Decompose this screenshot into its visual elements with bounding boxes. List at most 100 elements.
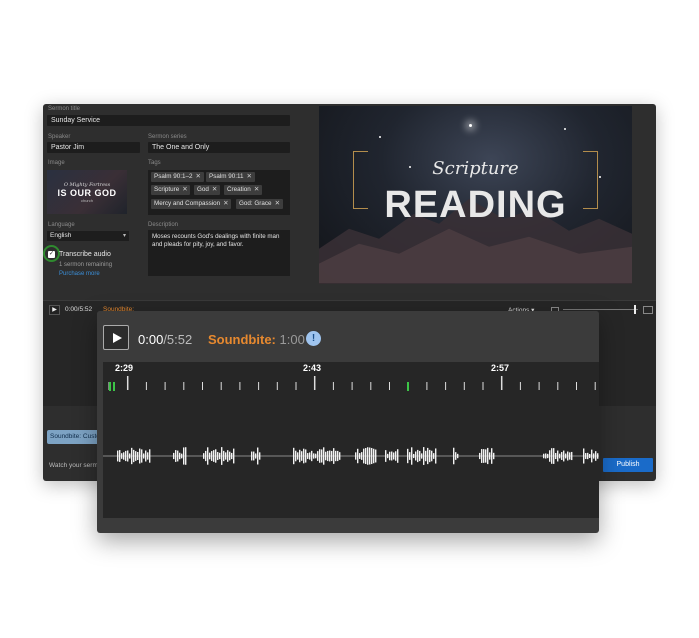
waveform-bar <box>355 452 357 460</box>
waveform-bar <box>385 450 387 462</box>
play-button[interactable] <box>103 325 129 350</box>
waveform-bar <box>571 451 573 461</box>
tag-chip[interactable]: Mercy and Compassion ✕ <box>151 199 232 209</box>
waveform-bar <box>555 452 557 460</box>
waveform-bar <box>317 451 319 461</box>
sermon-series-label: Sermon series <box>148 134 187 140</box>
remove-tag-icon[interactable]: ✕ <box>196 173 201 180</box>
waveform-bar <box>131 447 133 465</box>
tag-text: Creation <box>227 186 251 193</box>
play-icon[interactable]: ▶ <box>49 305 60 315</box>
current-time: 0:00 <box>138 332 164 347</box>
play-icon <box>113 333 122 343</box>
waveform-bar <box>323 447 325 465</box>
language-value: English <box>50 232 72 239</box>
tag-chip[interactable]: God: Grace ✕ <box>236 199 283 209</box>
waveform-bar <box>591 449 593 463</box>
tag-chip[interactable]: Psalm 90:11 ✕ <box>206 172 255 182</box>
waveform-bar <box>583 448 585 464</box>
transcribe-checkbox[interactable]: ✓ <box>48 251 55 258</box>
waveform-bar <box>315 453 317 459</box>
publish-button[interactable]: Publish <box>603 458 653 472</box>
thumb-caption-bottom: church <box>80 197 93 203</box>
remove-tag-icon[interactable]: ✕ <box>247 173 252 180</box>
waveform-bar <box>557 450 559 462</box>
sermon-image-thumbnail[interactable]: O Mighty Fortress IS OUR GOD church <box>47 170 127 214</box>
waveform-bar <box>129 453 131 459</box>
waveform-bar <box>561 452 563 460</box>
waveform-bar <box>375 449 377 463</box>
soundbite-duration: 1:00 <box>279 332 305 347</box>
remove-tag-icon[interactable]: ✕ <box>223 200 228 207</box>
remove-tag-icon[interactable]: ✕ <box>212 186 217 193</box>
waveform-bar <box>133 449 135 463</box>
remove-tag-icon[interactable]: ✕ <box>275 200 280 207</box>
tag-chip[interactable]: Scripture ✕ <box>151 185 191 195</box>
waveform-bar <box>215 449 217 463</box>
waveform-bar <box>205 450 207 462</box>
waveform-bar <box>319 449 321 463</box>
duration: /5:52 <box>163 332 193 347</box>
waveform-bar <box>413 453 415 459</box>
sermon-title-input[interactable]: Sunday Service <box>47 115 290 126</box>
waveform-bar <box>183 447 185 465</box>
waveform-bar <box>173 452 175 460</box>
waveform-bar <box>259 452 261 460</box>
tag-text: God: Grace <box>239 200 272 207</box>
remove-tag-icon[interactable]: ✕ <box>182 186 187 193</box>
waveform-bar <box>297 452 299 460</box>
audio-timeline[interactable]: 2:29 2:43 2:57 <box>103 362 599 518</box>
waveform-bar <box>417 449 419 463</box>
waveform-bar <box>543 453 545 459</box>
waveform-bar <box>545 453 547 459</box>
waveform-bar <box>179 452 181 460</box>
tag-chip[interactable]: Creation ✕ <box>224 185 263 195</box>
waveform-bar <box>185 447 187 465</box>
sermon-title-label: Sermon title <box>48 106 81 112</box>
waveform-bar <box>483 449 485 463</box>
waveform-bar <box>175 450 177 462</box>
purchase-more-link[interactable]: Purchase more <box>59 271 100 277</box>
info-icon[interactable]: ! <box>306 331 321 346</box>
waveform-bar <box>339 452 341 460</box>
selection-marker <box>407 382 409 391</box>
thumb-caption-main: IS OUR GOD <box>57 187 117 198</box>
waveform-bar <box>307 453 309 459</box>
waveform-bar <box>569 452 571 460</box>
zoom-in-icon[interactable] <box>643 306 653 314</box>
waveform-bar <box>411 447 413 465</box>
waveform-bar <box>489 452 491 460</box>
zoom-slider-handle[interactable] <box>634 305 636 314</box>
description-textarea[interactable]: Moses recounts God's dealings with finit… <box>148 230 290 276</box>
soundbite-custom-tab[interactable]: Soundbite: Custom <box>47 430 103 444</box>
sermons-remaining-text: 1 sermon remaining <box>59 262 113 268</box>
language-label: Language <box>48 222 75 228</box>
timeline-ticks <box>108 376 596 391</box>
waveform-bar <box>549 450 551 462</box>
playback-time: 0:00/5:52 <box>138 332 192 347</box>
waveform-bar <box>431 450 433 462</box>
waveform-bar <box>139 448 141 464</box>
tag-chip[interactable]: God ✕ <box>194 185 221 195</box>
waveform-bar <box>367 447 369 465</box>
waveform-bar <box>371 447 373 465</box>
zoomed-player-header: 0:00/5:52 Soundbite: 1:00 ! <box>97 311 599 362</box>
waveform-bar <box>429 449 431 463</box>
speaker-input[interactable]: Pastor Jim <box>47 142 140 153</box>
waveform-bar <box>567 451 569 461</box>
sermon-series-input[interactable]: The One and Only <box>148 142 290 153</box>
selection-marker <box>109 382 111 391</box>
remove-tag-icon[interactable]: ✕ <box>254 186 259 193</box>
waveform-bar <box>141 449 143 463</box>
tag-chip[interactable]: Psalm 90:1–2 ✕ <box>151 172 204 182</box>
waveform-bar <box>587 452 589 460</box>
zoom-slider[interactable] <box>563 309 638 310</box>
waveform-bar <box>301 451 303 461</box>
language-select[interactable]: English ▾ <box>47 231 129 241</box>
waveform-bar <box>391 451 393 461</box>
tags-input[interactable]: Psalm 90:1–2 ✕ Psalm 90:11 ✕ Scripture ✕ Go… <box>148 170 290 215</box>
waveform-bar <box>361 452 363 460</box>
waveform-bar <box>329 450 331 462</box>
waveform-bar <box>147 452 149 460</box>
waveform-bar <box>559 453 561 459</box>
